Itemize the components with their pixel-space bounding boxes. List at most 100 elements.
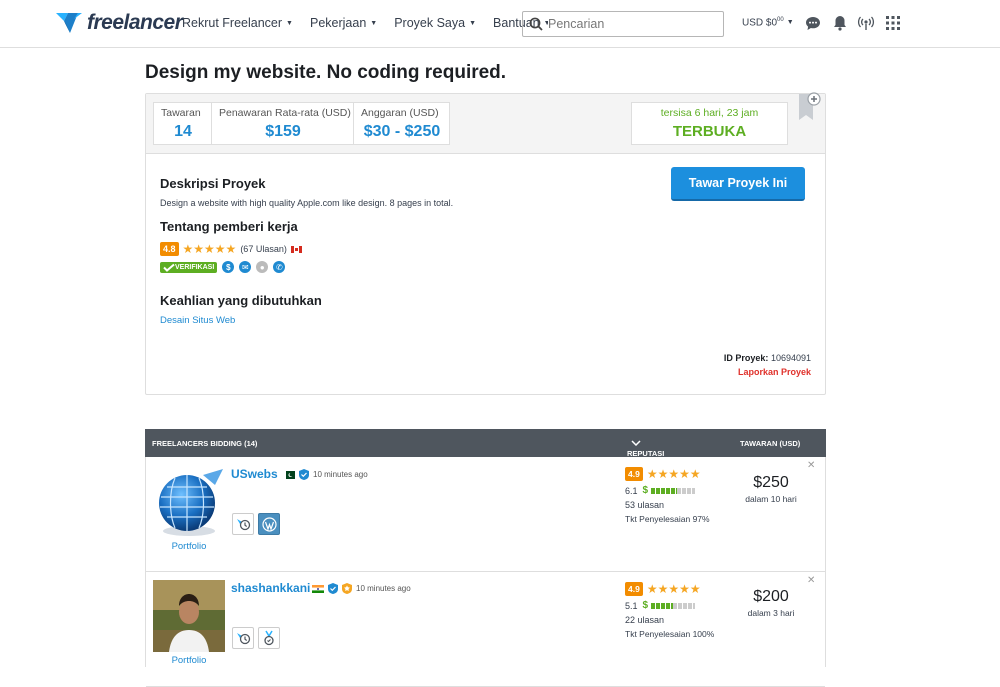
stat-value: $30 - $250 [363, 123, 441, 140]
dismiss-bid-icon[interactable]: ✕ [807, 575, 815, 586]
bid-delivery: dalam 3 hari [747, 608, 795, 618]
bookmark-add-icon[interactable] [797, 90, 821, 124]
wordpress-badge-icon[interactable] [258, 513, 280, 535]
employer-reviews[interactable]: (67 Ulasan) [240, 244, 287, 254]
apps-grid-icon[interactable] [884, 14, 902, 32]
dismiss-bid-icon[interactable]: ✕ [807, 460, 815, 471]
bidder-reputation: 4.9 ★★★★★ 6.1 $ 53 ulasan Tkt Penyelesai… [625, 467, 710, 524]
preferred-freelancer-badge-icon[interactable] [232, 627, 254, 649]
dollar-icon: $ [642, 600, 649, 611]
bidder-rating: 4.9 ★★★★★ [625, 582, 714, 596]
employer-rating: 4.8 ★★★★★ (67 Ulasan) [160, 242, 302, 256]
reputation-sort[interactable]: REPUTASI [627, 439, 664, 458]
messages-icon[interactable] [804, 14, 822, 32]
stat-value: 14 [174, 123, 192, 140]
stars-icon: ★★★★★ [182, 242, 237, 256]
menu-label: Pekerjaan [309, 16, 367, 30]
bidder-username[interactable]: shashankkani [231, 581, 310, 595]
bid-amount: $250 dalam 10 hari [730, 474, 812, 504]
bid-on-project-button[interactable]: Tawar Proyek Ini [671, 167, 805, 201]
project-stats: Tawaran 14 Penawaran Rata-rata (USD) $15… [153, 102, 450, 145]
avatar-photo[interactable] [153, 580, 225, 652]
menu-jobs[interactable]: Pekerjaan ▼ [310, 16, 377, 30]
payment-verified-icon: $ [222, 261, 235, 273]
project-title: Design my website. No coding required. [145, 62, 507, 83]
description-heading: Deskripsi Proyek [160, 176, 266, 191]
bid-time: 10 minutes ago [313, 470, 368, 479]
stars-icon: ★★★★★ [646, 467, 701, 481]
canada-flag-icon [290, 245, 302, 253]
earnings-score-value: 6.1 [625, 485, 638, 496]
bell-icon[interactable] [831, 14, 849, 32]
project-stats-bar: Tawaran 14 Penawaran Rata-rata (USD) $15… [146, 92, 825, 154]
project-id-label: ID Proyek: [723, 353, 769, 363]
logo-text: freelancer [87, 11, 183, 34]
earnings-bar [651, 602, 696, 609]
portfolio-link[interactable]: Portfolio [153, 541, 225, 552]
bid-time: 10 minutes ago [356, 584, 411, 593]
verified-label: VERIFIKASI [175, 263, 215, 271]
balance-dropdown[interactable]: USD $000 ▼ [742, 17, 794, 28]
stars-icon: ★★★★★ [646, 582, 701, 596]
india-flag-icon [312, 584, 324, 593]
stat-label: Tawaran [161, 107, 201, 119]
bidder-badges [232, 513, 284, 535]
phone-verified-icon: ✆ [273, 261, 286, 273]
broadcast-icon[interactable] [857, 14, 875, 32]
checkmark-icon [163, 263, 175, 272]
bidders-table-header: FREELANCERS BIDDING (14) REPUTASI TAWARA… [145, 429, 826, 458]
project-id-value: 10694091 [770, 353, 811, 363]
bid-amount: $200 dalam 3 hari [730, 588, 812, 618]
balance-amount: USD $0 [742, 17, 778, 29]
earnings-bar-empty [673, 602, 696, 609]
bid-amount-label: TAWARAN (USD) [740, 439, 801, 448]
completion-rate: Tkt Penyelesaian 100% [625, 629, 715, 639]
bid-row: Portfolio shashankkani 10 minutes ago 4.… [146, 572, 825, 687]
verified-badge: VERIFIKASI [160, 261, 218, 273]
earnings-bar-empty [677, 487, 696, 494]
earnings-bar-fill [651, 487, 678, 494]
menu-hire-freelancer[interactable]: Rekrut Freelancer ▼ [182, 16, 293, 30]
bidder-username[interactable]: USwebs [231, 467, 278, 481]
bidder-rating: 4.9 ★★★★★ [625, 467, 710, 481]
earnings-bar-fill [651, 602, 674, 609]
bidders-count-label: FREELANCERS BIDDING (14) [152, 439, 258, 448]
review-count: 53 ulasan [625, 500, 665, 510]
project-description: Design a website with high quality Apple… [160, 198, 454, 208]
avatar-globe[interactable] [153, 467, 225, 539]
search-input[interactable] [548, 17, 718, 31]
menu-label: Proyek Saya [394, 16, 466, 30]
time-remaining: tersisa 6 hari, 23 jam [660, 107, 759, 119]
skills-heading: Keahlian yang dibutuhkan [160, 293, 322, 308]
portfolio-link[interactable]: Portfolio [153, 655, 225, 666]
stat-budget: Anggaran (USD) $30 - $250 [354, 103, 449, 144]
pakistan-flag-icon [283, 470, 295, 479]
earnings-bar [651, 487, 696, 494]
preferred-freelancer-badge-icon[interactable] [232, 513, 254, 535]
bidders-list: Portfolio USwebs 10 minutes ago 4.9 ★★★★… [145, 457, 826, 687]
stat-label: Anggaran (USD) [361, 107, 439, 119]
rating-badge: 4.9 [625, 467, 643, 481]
main-menu: Rekrut Freelancer ▼ Pekerjaan ▼ Proyek Say… [182, 16, 568, 30]
project-status: TERBUKA [672, 123, 747, 140]
bid-delivery: dalam 10 hari [745, 494, 797, 504]
caret-down-icon: ▼ [786, 19, 794, 27]
earnings-score: 6.1 $ [625, 485, 710, 496]
freelancer-logo[interactable]: freelancer [56, 8, 183, 38]
bid-row: Portfolio USwebs 10 minutes ago 4.9 ★★★★… [146, 457, 825, 572]
freelancer-bird-icon [56, 13, 82, 33]
verified-shield-icon [299, 469, 309, 480]
stat-bids: Tawaran 14 [154, 103, 212, 144]
balance-cents: 00 [777, 17, 784, 23]
project-id: ID Proyek: 10694091 [724, 353, 811, 363]
caret-down-icon: ▼ [469, 20, 477, 27]
skill-link-web-design[interactable]: Desain Situs Web [160, 315, 235, 326]
earnings-score: 5.1 $ [625, 600, 714, 611]
stat-average-bid: Penawaran Rata-rata (USD) $159 [212, 103, 354, 144]
report-project-link[interactable]: Laporkan Proyek [738, 367, 811, 377]
menu-my-projects[interactable]: Proyek Saya ▼ [394, 16, 476, 30]
exam-badge-icon[interactable] [258, 627, 280, 649]
menu-label: Rekrut Freelancer [182, 16, 283, 30]
bid-price: $200 [753, 588, 789, 605]
bidder-reputation: 4.9 ★★★★★ 5.1 $ 22 ulasan Tkt Penyelesai… [625, 582, 714, 639]
